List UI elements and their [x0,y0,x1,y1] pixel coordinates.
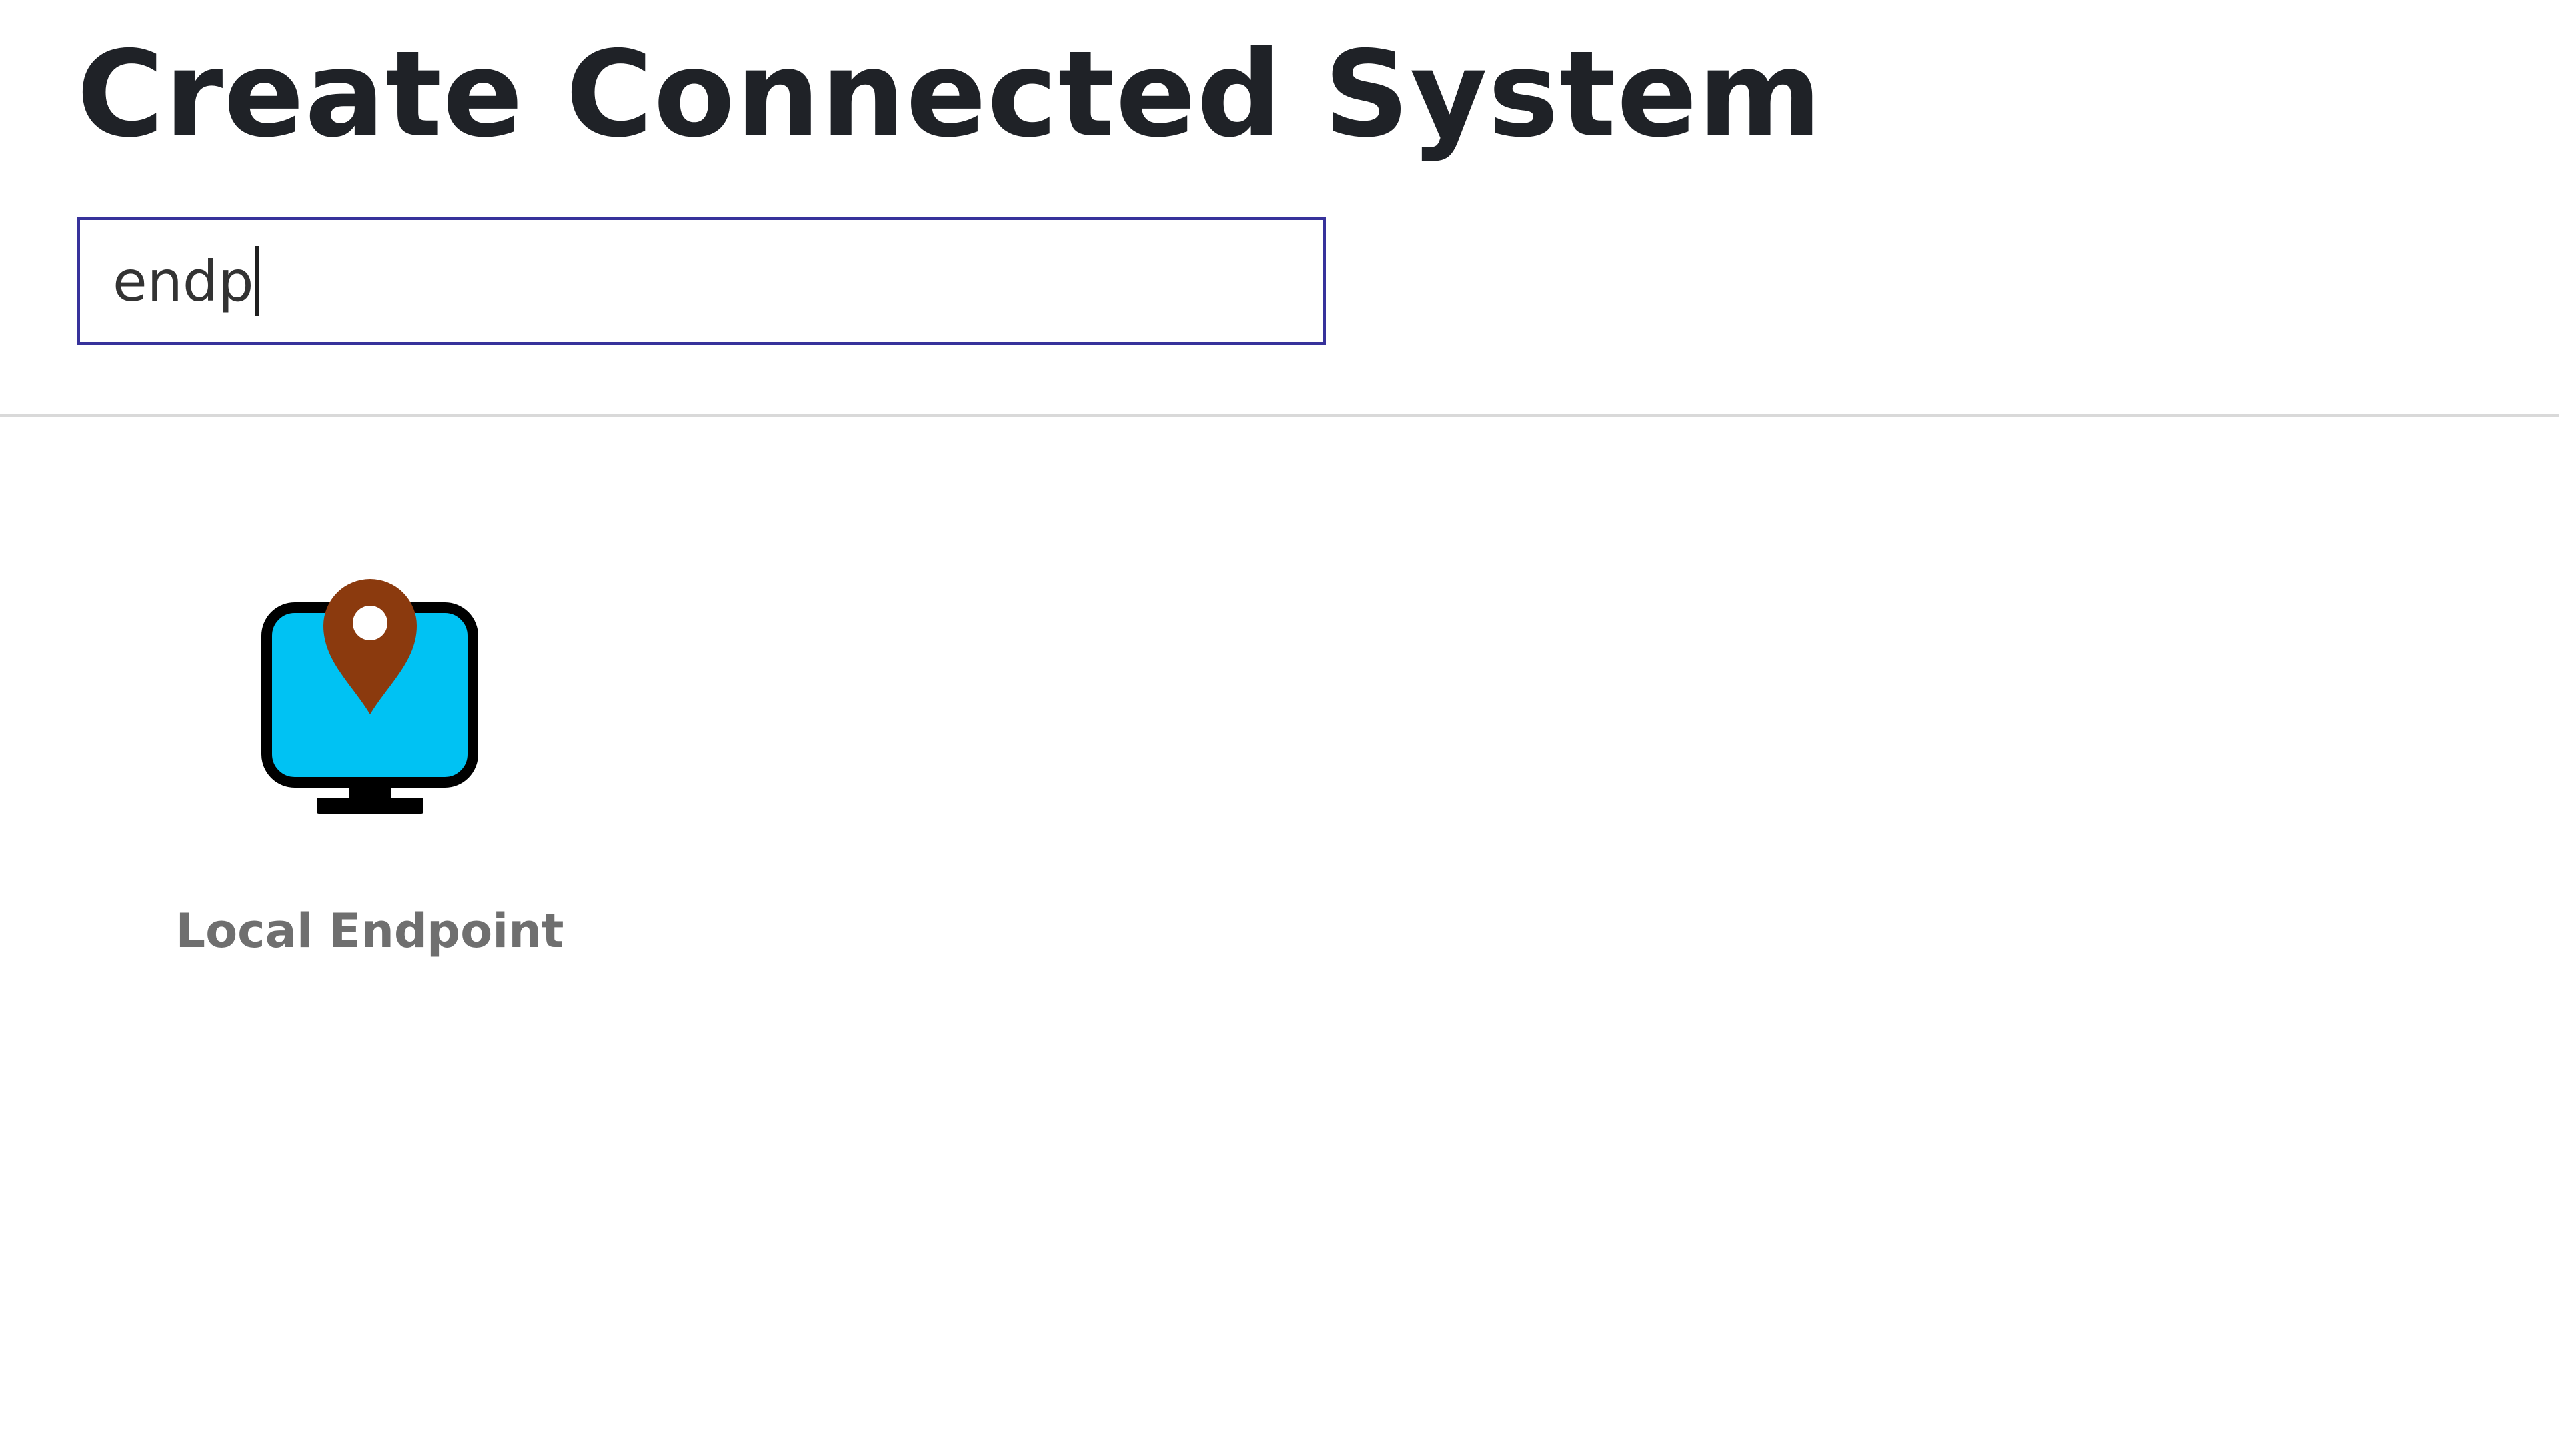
page-title: Create Connected System [77,25,1823,163]
result-card-local-endpoint[interactable]: Local Endpoint [147,520,593,1087]
local-endpoint-icon [261,579,478,814]
search-input-value[interactable]: endp [113,248,254,315]
results-grid: Local Endpoint [0,420,2559,1456]
page-header: Create Connected System endp [0,0,2559,417]
result-label: Local Endpoint [175,904,564,958]
create-connected-system-page: Create Connected System endp Local Endpo… [0,0,2559,1456]
search-input[interactable]: endp [77,217,1326,345]
text-caret [255,246,259,316]
